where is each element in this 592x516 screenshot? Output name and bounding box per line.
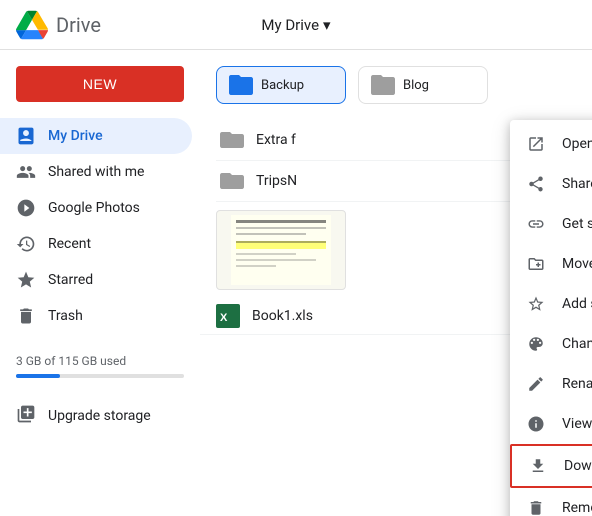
file-extraf-name: Extra f bbox=[256, 132, 296, 148]
my-drive-icon bbox=[16, 126, 36, 146]
menu-item-view-details[interactable]: View details bbox=[510, 404, 592, 444]
my-drive-dropdown[interactable]: My Drive ▾ bbox=[261, 16, 330, 34]
storage-bar-background bbox=[16, 374, 184, 378]
app-name: Drive bbox=[56, 13, 101, 37]
star-icon bbox=[526, 294, 546, 314]
sidebar-item-shared[interactable]: Shared with me bbox=[0, 154, 192, 190]
upgrade-storage-button[interactable]: Upgrade storage bbox=[0, 396, 200, 436]
download-icon bbox=[528, 456, 548, 476]
trash-icon bbox=[16, 306, 36, 326]
sidebar-label-trash: Trash bbox=[48, 308, 83, 324]
menu-label-move-to: Move to... bbox=[562, 256, 592, 272]
sidebar-item-trash[interactable]: Trash bbox=[0, 298, 192, 334]
sidebar-item-my-drive[interactable]: My Drive bbox=[0, 118, 192, 154]
document-thumbnail bbox=[216, 210, 346, 290]
link-icon bbox=[526, 214, 546, 234]
svg-text:X: X bbox=[220, 312, 228, 324]
rename-icon bbox=[526, 374, 546, 394]
remove-icon bbox=[526, 498, 546, 516]
drive-logo-icon bbox=[16, 9, 48, 41]
menu-label-add-star: Add star bbox=[562, 296, 592, 312]
chevron-down-icon: ▾ bbox=[323, 16, 331, 34]
menu-item-move-to[interactable]: Move to... bbox=[510, 244, 592, 284]
menu-label-rename: Rename... bbox=[562, 376, 592, 392]
menu-label-change-color: Change color bbox=[562, 336, 592, 352]
sidebar-item-recent[interactable]: Recent bbox=[0, 226, 192, 262]
menu-label-share: Share... bbox=[562, 176, 592, 192]
photos-icon bbox=[16, 198, 36, 218]
starred-icon bbox=[16, 270, 36, 290]
sidebar-item-starred[interactable]: Starred bbox=[0, 262, 192, 298]
file-folder-icon bbox=[220, 169, 244, 193]
menu-item-share[interactable]: Share... bbox=[510, 164, 592, 204]
shared-icon bbox=[16, 162, 36, 182]
folder-backup[interactable]: Backup bbox=[216, 66, 346, 104]
share-icon bbox=[526, 174, 546, 194]
folder-icon bbox=[371, 75, 395, 95]
menu-item-open-with[interactable]: Open with › bbox=[510, 124, 592, 164]
new-button[interactable]: NEW bbox=[16, 66, 184, 102]
menu-item-remove[interactable]: Remove bbox=[510, 488, 592, 516]
storage-info: 3 GB of 115 GB used bbox=[0, 342, 200, 396]
document-preview-icon bbox=[231, 215, 331, 285]
sidebar-label-my-drive: My Drive bbox=[48, 128, 103, 144]
context-menu: Open with › Share... Get shareable link bbox=[510, 120, 592, 516]
storage-text: 3 GB of 115 GB used bbox=[16, 354, 126, 368]
menu-item-add-star[interactable]: Add star bbox=[510, 284, 592, 324]
menu-item-change-color[interactable]: Change color › bbox=[510, 324, 592, 364]
sidebar-label-recent: Recent bbox=[48, 236, 91, 252]
file-folder-icon bbox=[220, 128, 244, 152]
sidebar-label-shared: Shared with me bbox=[48, 164, 144, 180]
main-content: Backup Blog Extra f Trip bbox=[200, 50, 592, 516]
storage-bar-fill bbox=[16, 374, 60, 378]
folder-blog[interactable]: Blog bbox=[358, 66, 488, 104]
sidebar-label-photos: Google Photos bbox=[48, 200, 140, 216]
open-with-icon bbox=[526, 134, 546, 154]
file-tripsn-name: TripsN bbox=[256, 173, 297, 189]
excel-icon: X bbox=[216, 304, 240, 328]
menu-item-download[interactable]: Download bbox=[510, 444, 592, 488]
menu-item-get-link[interactable]: Get shareable link bbox=[510, 204, 592, 244]
menu-label-remove: Remove bbox=[562, 500, 592, 516]
my-drive-label: My Drive bbox=[261, 16, 319, 34]
menu-label-download: Download bbox=[564, 458, 592, 474]
menu-label-open-with: Open with bbox=[562, 136, 592, 152]
color-icon bbox=[526, 334, 546, 354]
folders-grid: Backup Blog bbox=[200, 50, 592, 120]
sidebar-item-photos[interactable]: Google Photos bbox=[0, 190, 192, 226]
info-icon bbox=[526, 414, 546, 434]
folder-backup-label: Backup bbox=[261, 78, 304, 93]
logo-area: Drive bbox=[16, 9, 101, 41]
folder-icon bbox=[229, 75, 253, 95]
move-to-icon bbox=[526, 254, 546, 274]
sidebar: NEW My Drive Shared with me Google Photo… bbox=[0, 50, 200, 516]
folder-blog-label: Blog bbox=[403, 78, 429, 93]
menu-label-view-details: View details bbox=[562, 416, 592, 432]
upgrade-icon bbox=[16, 404, 36, 428]
menu-label-get-link: Get shareable link bbox=[562, 216, 592, 232]
header: Drive My Drive ▾ bbox=[0, 0, 592, 50]
excel-file-name: Book1.xls bbox=[252, 308, 313, 324]
recent-icon bbox=[16, 234, 36, 254]
main-layout: NEW My Drive Shared with me Google Photo… bbox=[0, 50, 592, 516]
menu-item-rename[interactable]: Rename... bbox=[510, 364, 592, 404]
sidebar-label-starred: Starred bbox=[48, 272, 93, 288]
upgrade-label: Upgrade storage bbox=[48, 408, 151, 424]
